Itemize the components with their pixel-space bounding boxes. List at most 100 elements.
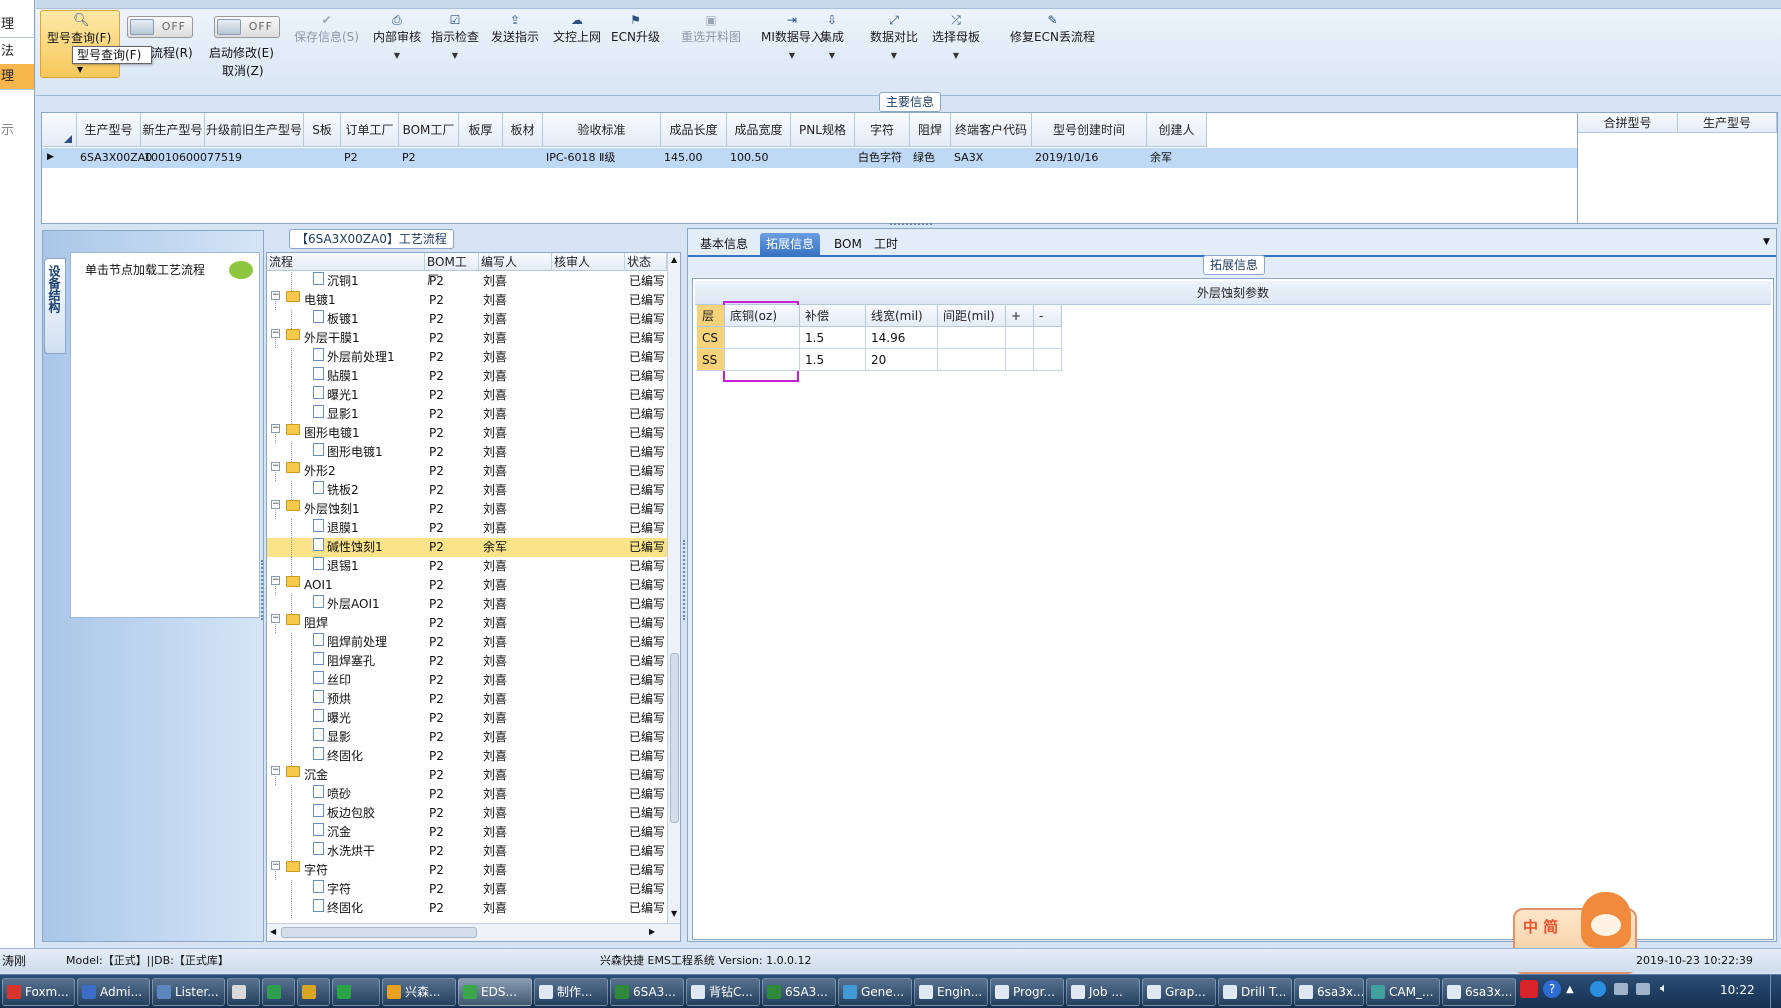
main-col-header[interactable]: BOM工厂 — [399, 113, 459, 147]
tab-work-hours[interactable]: 工时 — [868, 233, 904, 255]
process-row[interactable]: − 外形2 P2 刘喜 已编写 — [267, 462, 667, 481]
chevron-down-icon[interactable]: ▼ — [761, 51, 823, 60]
main-col-header[interactable]: 板厚 — [459, 113, 503, 147]
main-cell[interactable]: 100.50 — [727, 148, 791, 168]
taskbar-button[interactable]: Admi... — [77, 978, 150, 1006]
tab-menu-icon[interactable]: ▼ — [1763, 237, 1770, 247]
taskbar-button[interactable]: 6SA3... — [610, 978, 684, 1006]
chevron-down-icon[interactable]: ▼ — [870, 51, 918, 60]
process-row[interactable]: − 图形电镀1 P2 刘喜 已编写 — [267, 424, 667, 443]
etch-cell[interactable]: 1.5 — [800, 349, 866, 371]
model-query-button[interactable]: 🔍︎ 型号查询(F) ▼ — [40, 10, 120, 78]
etch-cell[interactable] — [938, 327, 1006, 349]
process-row[interactable]: 显影 P2 刘喜 已编写 — [267, 728, 667, 747]
collapse-icon[interactable]: − — [271, 614, 280, 623]
tab-bom[interactable]: BOM — [828, 233, 868, 255]
toolbar-button-5[interactable]: ⚑ ECN升级 — [611, 12, 660, 45]
toolbar-button-1[interactable]: ⎙ 内部审核 ▼ — [373, 12, 421, 60]
horizontal-scrollbar[interactable]: ◀ ▶ — [267, 923, 680, 941]
col-status[interactable]: 状态 — [625, 253, 667, 271]
etch-cell[interactable]: SS — [697, 349, 725, 371]
scroll-thumb[interactable] — [670, 653, 679, 823]
etch-cell[interactable] — [1034, 327, 1062, 349]
toolbar-button-9[interactable]: ⤢ 数据对比 ▼ — [870, 12, 918, 60]
main-col-header[interactable]: 创建人 — [1147, 113, 1207, 147]
sogou-tray-icon[interactable] — [1520, 980, 1538, 998]
module-item[interactable]: 理 — [0, 12, 34, 38]
process-row-selected[interactable]: 碱性蚀刻1 P2 余军 已编写 — [267, 538, 667, 557]
process-row[interactable]: 沉金 P2 刘喜 已编写 — [267, 823, 667, 842]
taskbar-button[interactable]: Foxm... — [2, 978, 75, 1006]
taskbar-button[interactable]: Progr... — [990, 978, 1064, 1006]
etch-cell[interactable] — [1034, 349, 1062, 371]
process-row[interactable]: 沉铜1 P2 刘喜 已编写 — [267, 272, 667, 291]
main-cell[interactable] — [503, 148, 543, 168]
etch-cell[interactable]: CS — [697, 327, 725, 349]
taskbar-button[interactable]: 制作... — [534, 978, 608, 1006]
main-cell[interactable]: P2 — [399, 148, 459, 168]
chevron-down-icon[interactable]: ▼ — [820, 51, 844, 60]
splitter-grip[interactable] — [261, 560, 265, 620]
toolbar-button-2[interactable]: ☑ 指示检查 ▼ — [431, 12, 479, 60]
taskbar-button[interactable]: EDS... — [458, 978, 532, 1006]
collapse-icon[interactable]: − — [271, 861, 280, 870]
toolbar-button-11[interactable]: ✎ 修复ECN丢流程 — [1010, 12, 1095, 45]
process-row[interactable]: 贴膜1 P2 刘喜 已编写 — [267, 367, 667, 386]
toolbar-button-3[interactable]: ⇪ 发送指示 — [491, 12, 539, 45]
main-cell[interactable] — [304, 148, 341, 168]
main-col-header[interactable]: 型号创建时间 — [1032, 113, 1147, 147]
flow-toggle[interactable]: OFF — [127, 16, 193, 38]
toolbar-button-4[interactable]: ☁ 文控上网 — [553, 12, 601, 45]
process-row[interactable]: 图形电镀1 P2 刘喜 已编写 — [267, 443, 667, 462]
process-row[interactable]: 阻焊塞孔 P2 刘喜 已编写 — [267, 652, 667, 671]
process-row[interactable]: 外层AOI1 P2 刘喜 已编写 — [267, 595, 667, 614]
hscroll-thumb[interactable] — [281, 927, 477, 938]
process-row[interactable]: 铣板2 P2 刘喜 已编写 — [267, 481, 667, 500]
main-cell[interactable]: P2 — [341, 148, 399, 168]
taskbar-button[interactable]: CAM_... — [1366, 978, 1440, 1006]
collapse-icon[interactable]: − — [271, 576, 280, 585]
taskbar-button[interactable]: 6SA3... — [762, 978, 836, 1006]
main-col-header[interactable]: 板材 — [503, 113, 543, 147]
taskbar-button[interactable]: Drill T... — [1218, 978, 1292, 1006]
etch-col-header[interactable]: 底铜(oz) — [725, 305, 800, 327]
monitor-tray-icon[interactable] — [1614, 983, 1628, 995]
scroll-right-icon[interactable]: ▶ — [649, 927, 655, 936]
toolbar-button-8[interactable]: ⇩ 集成 ▼ — [820, 12, 844, 60]
main-cell[interactable] — [205, 148, 304, 168]
process-row[interactable]: 水洗烘干 P2 刘喜 已编写 — [267, 842, 667, 861]
main-cell[interactable]: 余军 — [1147, 148, 1207, 168]
process-tree-grid[interactable]: 流程 BOM工厂 编写人 核审人 状态 ▲ ▼ ◀ ▶ 沉铜1 P2 刘喜 已编写 − 电… — [266, 252, 681, 942]
etch-col-header[interactable]: - — [1034, 305, 1062, 327]
scroll-down-icon[interactable]: ▼ — [671, 909, 677, 918]
main-col-header[interactable]: 升级前旧生产型号 — [205, 113, 304, 147]
etch-cell[interactable] — [938, 349, 1006, 371]
main-cell[interactable]: 145.00 — [661, 148, 727, 168]
scroll-left-icon[interactable]: ◀ — [270, 927, 276, 936]
etch-cell[interactable] — [725, 349, 800, 371]
main-cell[interactable]: 10010600077519 — [141, 148, 242, 168]
etch-cell[interactable]: 20 — [866, 349, 938, 371]
col-bom[interactable]: BOM工厂 — [425, 253, 479, 287]
chevron-down-icon[interactable]: ▼ — [932, 51, 980, 60]
process-row[interactable]: 板边包胶 P2 刘喜 已编写 — [267, 804, 667, 823]
main-col-header[interactable]: 订单工厂 — [341, 113, 399, 147]
vertical-scrollbar[interactable]: ▲ ▼ — [667, 253, 680, 923]
col-reviewer[interactable]: 核审人 — [552, 253, 625, 271]
etch-col-header[interactable]: 层 — [697, 305, 725, 327]
process-row[interactable]: 丝印 P2 刘喜 已编写 — [267, 671, 667, 690]
collapse-icon[interactable]: − — [271, 291, 280, 300]
etch-col-header[interactable]: + — [1006, 305, 1034, 327]
etch-col-header[interactable]: 间距(mil) — [938, 305, 1006, 327]
speaker-icon[interactable]: 🔈︎ — [1660, 981, 1668, 996]
main-cell[interactable]: SA3X — [951, 148, 1032, 168]
main-cell[interactable]: 绿色 — [910, 148, 951, 168]
cancel-label[interactable]: 取消(Z) — [222, 62, 264, 79]
etch-col-header[interactable]: 补偿 — [800, 305, 866, 327]
etch-cell[interactable]: 14.96 — [866, 327, 938, 349]
process-row[interactable]: 预烘 P2 刘喜 已编写 — [267, 690, 667, 709]
process-row[interactable]: − AOI1 P2 刘喜 已编写 — [267, 576, 667, 595]
help-tray-icon[interactable]: ? — [1543, 980, 1561, 998]
toolbar-button-7[interactable]: ⇥ MI数据导入 ▼ — [761, 12, 823, 60]
process-row[interactable]: − 电镀1 P2 刘喜 已编写 — [267, 291, 667, 310]
